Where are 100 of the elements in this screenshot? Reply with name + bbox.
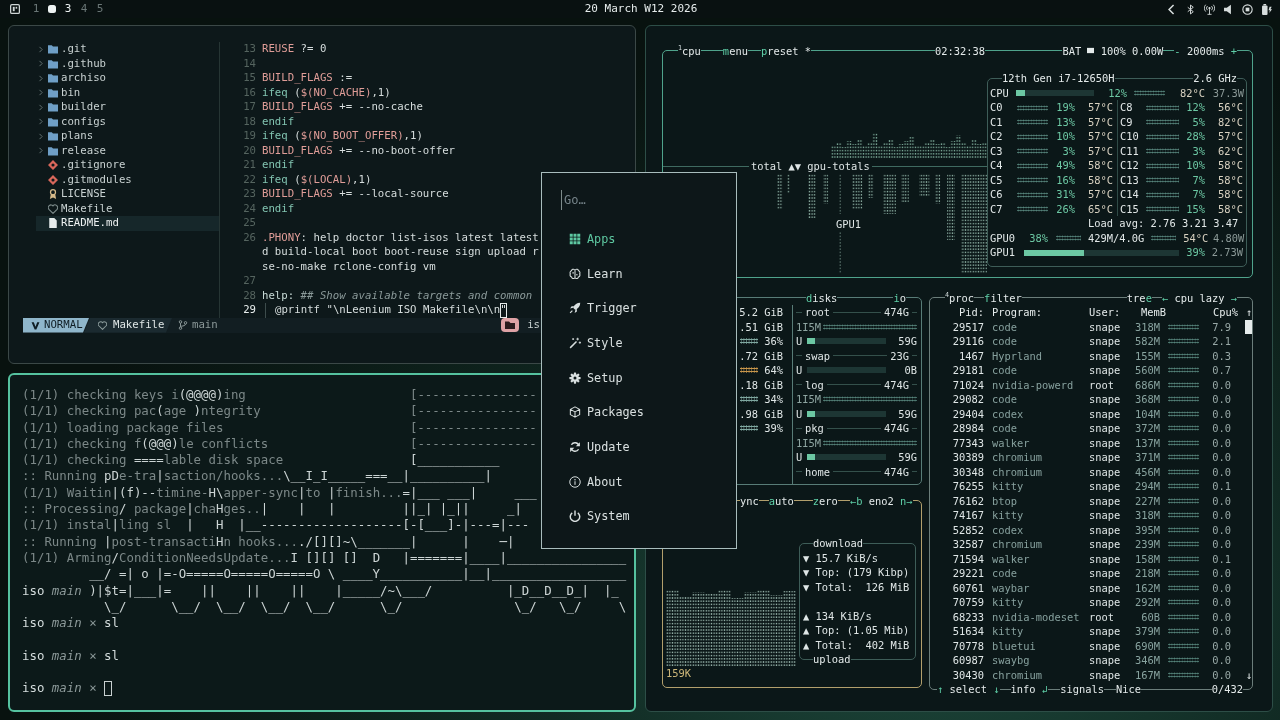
line-number: 26 <box>243 230 256 245</box>
file-tree-item[interactable]: archiso <box>36 71 219 86</box>
file-tree-item[interactable]: .gitignore <box>36 158 219 173</box>
folder-icon <box>48 131 58 142</box>
program-name: chromium <box>991 450 1044 465</box>
cpu-sparkline <box>1168 671 1199 678</box>
cpu-sparkline <box>1168 410 1199 417</box>
code-line: help: ## Show available targets and common <box>262 288 533 303</box>
cpu-sparkline <box>1168 338 1199 345</box>
code-line: BUILD_FLAGS += --no-cache <box>262 100 423 115</box>
workspace-button[interactable]: 4 <box>76 0 92 18</box>
file-tree-item[interactable]: configs <box>36 114 219 129</box>
column-header[interactable]: User: <box>1089 305 1128 320</box>
file-tree-item[interactable]: README.md <box>36 216 219 231</box>
code-line: REUSE ?= 0 <box>262 42 327 57</box>
file-tree-item[interactable]: .github <box>36 56 219 71</box>
program-name: kitty <box>991 595 1025 610</box>
scroll-up-button[interactable]: ↑ <box>1245 305 1252 320</box>
speaker-icon[interactable] <box>1223 3 1234 15</box>
core-percent: 5% <box>1191 114 1205 130</box>
core-percent: 16% <box>1055 172 1075 188</box>
core-percent: 28% <box>1185 129 1205 144</box>
program-name: code <box>991 566 1019 581</box>
memory-usage: 167M <box>1133 667 1161 682</box>
chip-icon[interactable] <box>1242 3 1253 15</box>
code-line: BUILD_FLAGS += --local-source <box>262 187 449 202</box>
menu-item[interactable]: System <box>542 499 736 534</box>
scroll-down-button[interactable]: ↓ <box>1245 667 1252 682</box>
core-label: C9 <box>1120 114 1134 130</box>
user-name: snape <box>1089 334 1122 349</box>
line-number: 17 <box>243 100 256 115</box>
user-name: snape <box>1089 421 1122 436</box>
line-number: 28 <box>243 288 256 303</box>
cpu-sparkline <box>1168 497 1199 504</box>
core-label: C7 <box>990 201 1004 217</box>
file-tree-item[interactable]: Makefile <box>36 201 219 216</box>
menu-item[interactable]: About <box>542 464 736 500</box>
folder-icon <box>48 44 58 55</box>
column-header[interactable]: MemB <box>1128 305 1166 320</box>
core-sparkline <box>1017 104 1048 111</box>
cpu-sparkline <box>1134 90 1165 96</box>
directory-name: is <box>527 318 540 333</box>
user-name: snape <box>1089 551 1122 566</box>
cpu-label: CPU <box>990 85 1010 101</box>
memory-percent: 64% <box>764 363 783 378</box>
core-label: C13 <box>1120 172 1140 188</box>
column-header[interactable]: Program: <box>984 305 1089 320</box>
file-tree-item[interactable]: release <box>36 143 219 158</box>
antenna-icon[interactable] <box>1204 3 1215 15</box>
folder-icon <box>48 87 58 98</box>
bluetooth-icon[interactable] <box>1185 3 1196 15</box>
workspace-button[interactable]: 1 <box>28 0 44 18</box>
menu-item[interactable]: Packages <box>542 395 736 430</box>
file-tree-item[interactable]: .git <box>36 42 219 57</box>
menu-item[interactable]: Trigger <box>542 290 736 326</box>
folder-icon <box>501 318 520 333</box>
graph-bar <box>852 173 863 210</box>
usage-label: U <box>796 334 803 349</box>
gpu-percent: 38% <box>1028 230 1048 246</box>
file-tree-item[interactable]: builder <box>36 100 219 115</box>
core-temperature: 58°C <box>1086 172 1113 188</box>
graph-bar <box>808 173 816 218</box>
memory-value: .98 GiB <box>739 406 783 421</box>
core-sparkline <box>1146 191 1179 198</box>
cpu-usage: 0.1 <box>1211 479 1232 494</box>
file-tree-item[interactable]: bin <box>36 85 219 100</box>
file-tree-item[interactable]: plans <box>36 129 219 144</box>
user-name: snape <box>1089 348 1122 363</box>
memory-usage: 318M <box>1133 508 1161 523</box>
terminal-line: __/ =| o |=-O=====O=====O=====O \ ____Y___________|__|__________________ <box>88 566 627 583</box>
workspace-button[interactable]: 3 <box>60 0 76 18</box>
user-name: snape <box>1089 464 1122 479</box>
cpu-usage: 0.0 <box>1211 624 1232 639</box>
cpu-panel-title[interactable]: $^{1}$cpu <box>678 43 701 58</box>
memory-percent: 36% <box>764 334 783 349</box>
terminal-line: (1/1) Waitin|(f)--timine-H\apper-sync|to |finish...=|___ ___| ___ <box>22 484 537 502</box>
workspace-button[interactable]: 5 <box>92 0 108 18</box>
line-number: 24 <box>243 201 256 216</box>
menu-item[interactable]: Setup <box>542 360 736 396</box>
proc-panel-title[interactable]: $^{4}$proc <box>945 290 975 305</box>
file-tree-item[interactable]: .gitmodules <box>36 172 219 187</box>
scrollbar-thumb[interactable] <box>1245 319 1252 334</box>
file-tree-item[interactable]: LICENSE <box>36 187 219 202</box>
grid-logo-icon[interactable] <box>10 4 20 14</box>
menu-item[interactable]: Apps <box>542 221 736 257</box>
menu-item[interactable]: Style <box>542 325 736 361</box>
chevron-left-icon[interactable] <box>1166 3 1177 15</box>
pid-text: 76255 <box>951 479 984 494</box>
column-header[interactable]: Cpu% <box>1199 305 1238 320</box>
download-stat: ▼ Total: 126 MiB <box>803 579 911 595</box>
core-sparkline <box>1146 119 1179 125</box>
column-header[interactable]: Pid: <box>930 305 984 320</box>
graph-bar <box>947 173 955 240</box>
program-name: code <box>991 363 1019 378</box>
search-field[interactable]: Go… <box>561 190 711 210</box>
signals-button[interactable]: signals <box>1060 682 1104 697</box>
program-name: Hyprland <box>991 348 1044 363</box>
menu-item[interactable]: Learn <box>542 256 736 291</box>
battery-charging-icon[interactable] <box>1261 3 1272 15</box>
menu-item[interactable]: Update <box>542 429 736 465</box>
